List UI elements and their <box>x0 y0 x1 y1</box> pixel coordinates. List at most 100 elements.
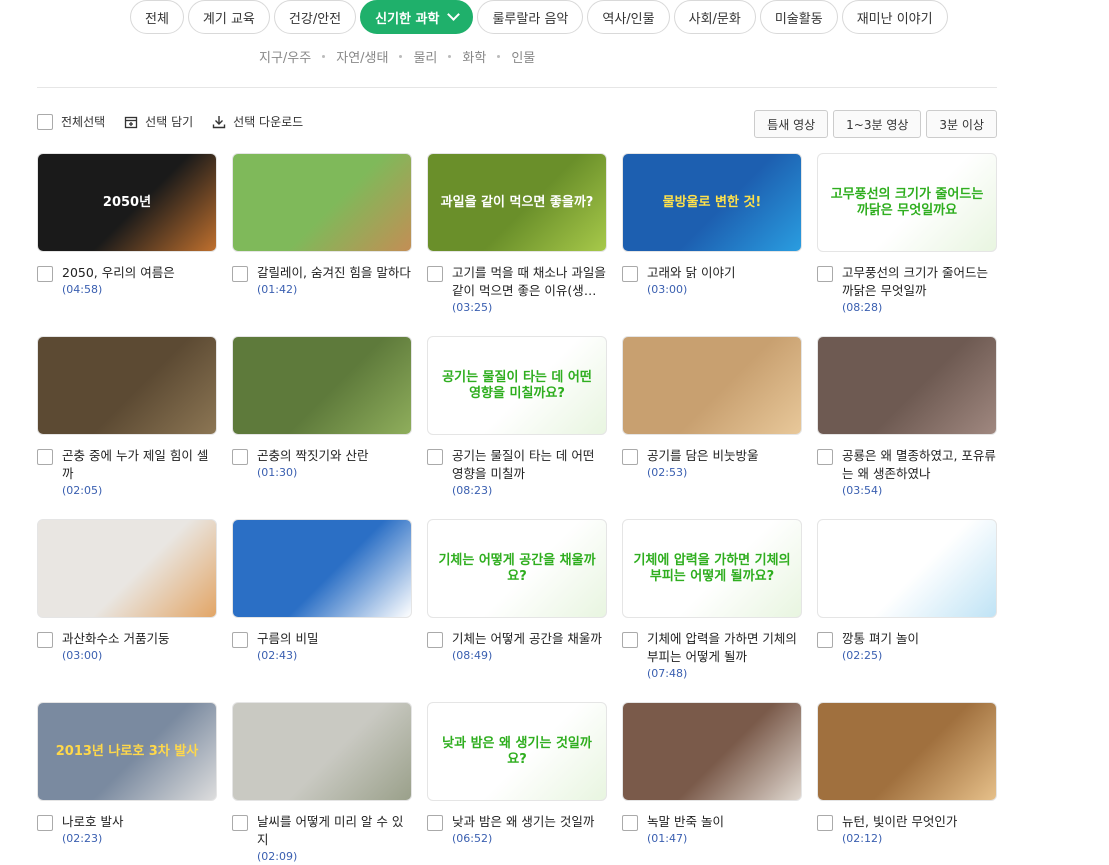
video-checkbox[interactable] <box>817 632 833 648</box>
video-thumbnail[interactable] <box>817 519 997 618</box>
video-title[interactable]: 깡통 펴기 놀이 <box>842 630 997 648</box>
video-thumbnail[interactable] <box>37 519 217 618</box>
video-duration: (08:23) <box>452 484 493 497</box>
video-thumbnail[interactable]: 2050년 <box>37 153 217 252</box>
select-all-checkbox[interactable] <box>37 113 53 130</box>
video-meta: 공룡은 왜 멸종하였고, 포유류는 왜 생존하였나 (03:54) <box>817 447 997 499</box>
tab-occasion-education[interactable]: 계기 교육 <box>187 0 270 34</box>
video-card: 고무풍선의 크기가 줄어드는 까닭은 무엇일까요고무풍선의 크기가 줄어드는 까… <box>817 153 997 316</box>
video-thumbnail[interactable] <box>232 702 412 801</box>
video-meta: 곤충 중에 누가 제일 힘이 셀까 (02:05) <box>37 447 217 499</box>
subtab-physics[interactable]: 물리 <box>413 47 437 66</box>
filter-1-3min-button[interactable]: 1~3분 영상 <box>833 110 922 138</box>
video-checkbox[interactable] <box>427 266 443 282</box>
video-thumbnail[interactable] <box>622 702 802 801</box>
video-thumbnail[interactable]: 공기는 물질이 타는 데 어떤 영향을 미칠까요? <box>427 336 607 435</box>
video-checkbox[interactable] <box>622 266 638 282</box>
video-duration: (02:25) <box>842 649 883 662</box>
video-title[interactable]: 곤충 중에 누가 제일 힘이 셀까 <box>62 447 217 483</box>
video-info: 공기를 담은 비눗방울 (02:53) <box>647 447 802 481</box>
video-title[interactable]: 2050, 우리의 여름은 <box>62 264 217 282</box>
add-selected-button[interactable]: 선택 담기 <box>123 113 193 130</box>
thumbnail-caption: 기체에 압력을 가하면 기체의 부피는 어떻게 될까요? <box>633 552 791 584</box>
tab-health-safety[interactable]: 건강/안전 <box>273 0 357 34</box>
video-checkbox[interactable] <box>622 815 638 831</box>
video-title[interactable]: 고래와 닭 이야기 <box>647 264 802 282</box>
video-duration: (02:05) <box>62 484 103 497</box>
video-title[interactable]: 녹말 반죽 놀이 <box>647 813 802 831</box>
video-meta: 구름의 비밀 (02:43) <box>232 630 412 664</box>
video-card: 곤충 중에 누가 제일 힘이 셀까 (02:05) <box>37 336 217 499</box>
video-thumbnail[interactable]: 2013년 나로호 3차 발사 <box>37 702 217 801</box>
video-thumbnail[interactable] <box>622 336 802 435</box>
video-title[interactable]: 갈릴레이, 숨겨진 힘을 말하다 <box>257 264 412 282</box>
video-checkbox[interactable] <box>817 815 833 831</box>
tab-science[interactable]: 신기한 과학 <box>360 0 474 34</box>
video-checkbox[interactable] <box>427 632 443 648</box>
tab-history[interactable]: 역사/인물 <box>587 0 670 34</box>
video-checkbox[interactable] <box>817 266 833 282</box>
video-title[interactable]: 기체에 압력을 가하면 기체의 부피는 어떻게 될까 <box>647 630 802 666</box>
video-title[interactable]: 나로호 발사 <box>62 813 217 831</box>
video-title[interactable]: 뉴턴, 빛이란 무엇인가 <box>842 813 997 831</box>
subtab-earth-space[interactable]: 지구/우주 <box>259 47 311 66</box>
video-title[interactable]: 공기를 담은 비눗방울 <box>647 447 802 465</box>
select-all-label: 전체선택 <box>61 115 106 129</box>
video-thumbnail[interactable]: 물방울로 변한 것! <box>622 153 802 252</box>
video-title[interactable]: 기체는 어떻게 공간을 채울까 <box>452 630 607 648</box>
video-thumbnail[interactable]: 과일을 같이 먹으면 좋을까? <box>427 153 607 252</box>
video-title[interactable]: 공기는 물질이 타는 데 어떤 영향을 미칠까 <box>452 447 607 483</box>
tab-label: 역사/인물 <box>602 11 655 27</box>
video-card: 2050년 2050, 우리의 여름은 (04:58) <box>37 153 217 298</box>
video-checkbox[interactable] <box>427 449 443 465</box>
download-selected-button[interactable]: 선택 다운로드 <box>211 113 303 130</box>
video-thumbnail[interactable] <box>232 336 412 435</box>
video-checkbox[interactable] <box>37 632 53 648</box>
tab-stories[interactable]: 재미난 이야기 <box>841 0 948 34</box>
video-title[interactable]: 고기를 먹을 때 채소나 과일을 같이 먹으면 좋은 이유(생생과학) <box>452 264 607 300</box>
thumbnail-caption: 고무풍선의 크기가 줄어드는 까닭은 무엇일까요 <box>830 186 984 218</box>
video-checkbox[interactable] <box>37 266 53 282</box>
video-thumbnail[interactable] <box>817 336 997 435</box>
video-checkbox[interactable] <box>37 449 53 465</box>
subtab-chemistry[interactable]: 화학 <box>462 47 486 66</box>
video-checkbox[interactable] <box>232 266 248 282</box>
filter-over-3min-button[interactable]: 3분 이상 <box>926 110 997 138</box>
video-thumbnail[interactable] <box>232 153 412 252</box>
subtab-nature[interactable]: 자연/생태 <box>336 47 388 66</box>
tab-label: 신기한 과학 <box>375 11 440 27</box>
filter-short-button[interactable]: 틈새 영상 <box>754 110 829 138</box>
video-thumbnail[interactable] <box>232 519 412 618</box>
tab-society[interactable]: 사회/문화 <box>673 0 756 34</box>
video-title[interactable]: 곤충의 짝짓기와 산란 <box>257 447 412 465</box>
video-title[interactable]: 고무풍선의 크기가 줄어드는 까닭은 무엇일까 <box>842 264 997 300</box>
video-duration: (04:58) <box>62 283 103 296</box>
video-checkbox[interactable] <box>232 632 248 648</box>
video-checkbox[interactable] <box>817 449 833 465</box>
subtab-people[interactable]: 인물 <box>511 47 535 66</box>
video-checkbox[interactable] <box>427 815 443 831</box>
tab-all[interactable]: 전체 <box>130 0 184 34</box>
video-checkbox[interactable] <box>622 632 638 648</box>
tab-music[interactable]: 룰루랄라 음악 <box>477 0 584 34</box>
thumbnail-caption: 2013년 나로호 3차 발사 <box>55 743 199 759</box>
video-thumbnail[interactable]: 기체는 어떻게 공간을 채울까요? <box>427 519 607 618</box>
video-thumbnail[interactable]: 기체에 압력을 가하면 기체의 부피는 어떻게 될까요? <box>622 519 802 618</box>
video-title[interactable]: 낮과 밤은 왜 생기는 것일까 <box>452 813 607 831</box>
video-checkbox[interactable] <box>37 815 53 831</box>
video-checkbox[interactable] <box>232 815 248 831</box>
video-thumbnail[interactable]: 낮과 밤은 왜 생기는 것일까요? <box>427 702 607 801</box>
video-title[interactable]: 날씨를 어떻게 미리 알 수 있지 <box>257 813 412 849</box>
video-title[interactable]: 구름의 비밀 <box>257 630 412 648</box>
video-thumbnail[interactable] <box>37 336 217 435</box>
select-all-button[interactable]: 전체선택 <box>37 113 105 130</box>
video-checkbox[interactable] <box>232 449 248 465</box>
video-thumbnail[interactable]: 고무풍선의 크기가 줄어드는 까닭은 무엇일까요 <box>817 153 997 252</box>
video-title[interactable]: 공룡은 왜 멸종하였고, 포유류는 왜 생존하였나 <box>842 447 997 483</box>
video-info: 2050, 우리의 여름은 (04:58) <box>62 264 217 298</box>
tab-art[interactable]: 미술활동 <box>759 0 838 34</box>
video-thumbnail[interactable] <box>817 702 997 801</box>
video-title[interactable]: 과산화수소 거품기둥 <box>62 630 217 648</box>
duration-filters: 틈새 영상 1~3분 영상 3분 이상 <box>754 110 997 138</box>
video-checkbox[interactable] <box>622 449 638 465</box>
